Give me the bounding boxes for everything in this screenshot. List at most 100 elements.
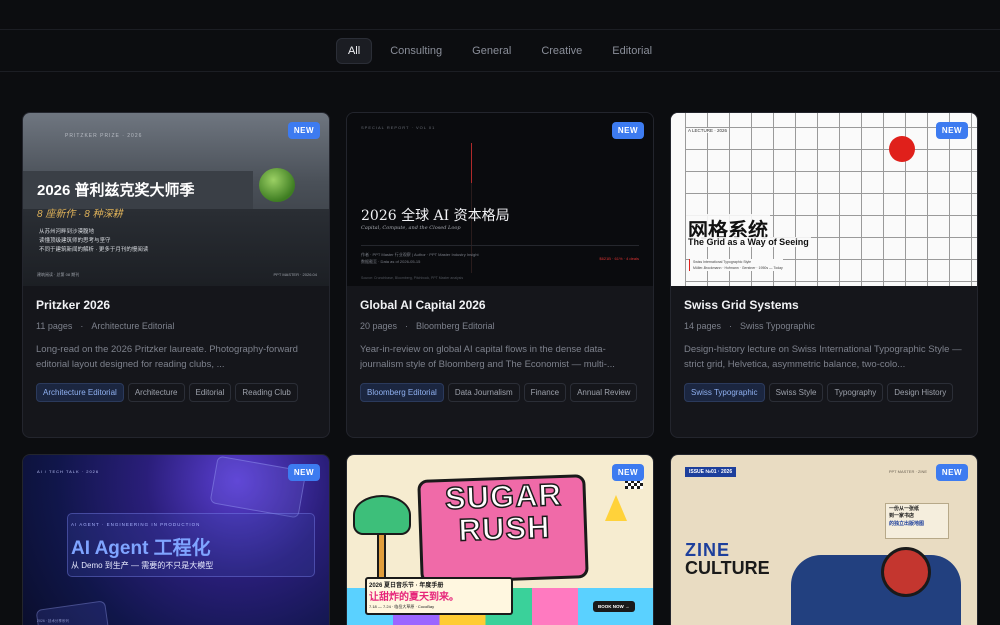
red-circle-graphic	[889, 136, 915, 162]
card-body: Swiss Grid Systems 14 pages · Swiss Typo…	[671, 286, 977, 414]
thumb-line: 让甜炸的夏天到来。	[369, 592, 459, 603]
filter-consulting[interactable]: Consulting	[378, 38, 454, 64]
thumb-heading: CULTURE	[685, 558, 770, 578]
thumb-subheading: Capital, Compute, and the Closed Loop	[361, 225, 461, 231]
tag[interactable]: Finance	[523, 383, 567, 402]
thumb-word: RUSH	[457, 509, 552, 549]
card-category: Swiss Typographic	[740, 321, 815, 331]
thumb-subheading: 8 座新作 · 8 种深耕	[37, 209, 123, 220]
thumb-footer: Source: Crunchbase, Bloomberg, Pitchbook…	[361, 276, 464, 280]
thumb-kicker: PPT MASTER · ZINE	[888, 469, 927, 474]
new-badge: NEW	[287, 122, 320, 139]
top-bar	[0, 0, 1000, 30]
thumb-kicker: SPECIAL REPORT · VOL 01	[361, 125, 436, 130]
card-body: Pritzker 2026 11 pages · Architecture Ed…	[23, 286, 329, 414]
press-roller-graphic	[881, 547, 931, 597]
green-apple-image	[259, 168, 295, 202]
thumb-meta-line: 数据截至 · Data as of 2026-05-15	[361, 259, 421, 264]
card-category: Architecture Editorial	[91, 321, 175, 331]
divider	[361, 245, 639, 246]
meta-separator: ·	[405, 321, 409, 331]
tag[interactable]: Typography	[827, 383, 884, 402]
thumb-subheading: 从 Demo 到生产 — 需要的不只是大模型	[71, 561, 214, 570]
card-thumbnail[interactable]: A LECTURE · 2026 网格系统 The Grid as a Way …	[671, 113, 977, 286]
thumb-meta-line: 作者 · PPT Master 行业观察 | Author · PPT Mast…	[361, 252, 479, 257]
thumb-heading: ZINE	[685, 540, 731, 560]
template-card-zine-culture[interactable]: ISSUE №01 · 2026 PPT MASTER · ZINE ZINE …	[670, 454, 978, 625]
thumb-kicker: AI / TECH TALK · 2026	[37, 469, 100, 474]
card-meta: 14 pages · Swiss Typographic	[684, 321, 964, 331]
thumb-caption-line: Müller-Brockmann · Hofmann · Gerstner · …	[693, 266, 783, 270]
tag[interactable]: Bloomberg Editorial	[360, 383, 444, 402]
thumb-heading: AI Agent 工程化	[71, 538, 211, 559]
tag[interactable]: Architecture Editorial	[36, 383, 124, 402]
meta-separator: ·	[80, 321, 84, 331]
card-description: Year-in-review on global AI capital flow…	[360, 344, 615, 370]
thumb-footer-right: PPT MASTER · 2026.04	[273, 272, 318, 277]
thumb-heading: 2026 全球 AI 资本格局	[361, 208, 510, 224]
new-badge: NEW	[611, 464, 644, 481]
card-meta: 20 pages · Bloomberg Editorial	[360, 321, 640, 331]
page-count: 11 pages	[36, 321, 73, 331]
card-thumbnail[interactable]: ISSUE №01 · 2026 PPT MASTER · ZINE ZINE …	[671, 455, 977, 625]
filter-editorial[interactable]: Editorial	[600, 38, 664, 64]
tag[interactable]: Architecture	[127, 383, 185, 402]
new-badge: NEW	[935, 464, 968, 481]
thumb-line: 读懂顶级建筑师的思考与坚守	[39, 238, 111, 244]
thumb-line: 不同于建筑新闻的解析 · 更多于月刊的慢阅读	[39, 247, 149, 253]
tag[interactable]: Editorial	[188, 383, 232, 402]
new-badge: NEW	[287, 464, 320, 481]
note-line: 到一家书店	[889, 513, 915, 519]
template-card-pritzker[interactable]: PRITZKER PRIZE · 2026 2026 普利兹克奖大师季 8 座新…	[22, 112, 330, 438]
thumb-footer: 2026 · 技术分享系列	[37, 619, 69, 623]
thumb-highlight: $621B · 61% · 4 deals	[599, 256, 639, 261]
page-count: 20 pages	[360, 321, 398, 331]
template-card-global-ai-capital[interactable]: SPECIAL REPORT · VOL 01 2026 全球 AI 资本格局 …	[346, 112, 654, 438]
thumb-lines: 从苏州河畔到沙漠腹地 读懂顶级建筑师的思考与坚守 不同于建筑新闻的解析 · 更多…	[39, 228, 148, 255]
thumb-line: 从苏州河畔到沙漠腹地	[39, 229, 95, 235]
thumb-footer-left: 建筑阅读 · 总第 08 期刊	[37, 272, 80, 277]
palm-leaves-graphic	[353, 495, 411, 535]
card-title[interactable]: Pritzker 2026	[36, 298, 316, 312]
card-thumbnail[interactable]: PRITZKER PRIZE · 2026 2026 普利兹克奖大师季 8 座新…	[23, 113, 329, 286]
category-filter-bar: All Consulting General Creative Editoria…	[0, 30, 1000, 72]
card-tags: Swiss Typographic Swiss Style Typography…	[684, 383, 964, 402]
thumb-caption: Swiss International Typographic Style Mü…	[689, 259, 783, 271]
thumb-cta: BOOK NOW →	[593, 601, 635, 612]
template-card-sugar-rush[interactable]: SUGAR RUSH 2026 夏日音乐节 · 年度手册 让甜炸的夏天到来。 7…	[346, 454, 654, 625]
filter-general[interactable]: General	[460, 38, 523, 64]
card-meta: 11 pages · Architecture Editorial	[36, 321, 316, 331]
thumb-subheading: The Grid as a Way of Seeing	[686, 237, 811, 247]
issue-label: ISSUE №01 · 2026	[685, 467, 737, 477]
tag[interactable]: Swiss Style	[768, 383, 824, 402]
template-card-ai-agent[interactable]: AI / TECH TALK · 2026 AI AGENT · ENGINEE…	[22, 454, 330, 625]
printing-press-graphic	[791, 555, 961, 625]
tag[interactable]: Design History	[887, 383, 954, 402]
tag[interactable]: Swiss Typographic	[684, 383, 765, 402]
thumb-heading: SUGAR RUSH	[428, 476, 580, 549]
new-badge: NEW	[611, 122, 644, 139]
template-card-swiss-grid[interactable]: A LECTURE · 2026 网格系统 The Grid as a Way …	[670, 112, 978, 438]
lightning-graphic	[605, 495, 627, 521]
tag[interactable]: Annual Review	[570, 383, 638, 402]
thumb-kicker: A LECTURE · 2026	[686, 128, 730, 133]
tag[interactable]: Data Journalism	[447, 383, 520, 402]
note-line: 一份从一张纸	[889, 506, 920, 512]
card-title[interactable]: Global AI Capital 2026	[360, 298, 640, 312]
card-title[interactable]: Swiss Grid Systems	[684, 298, 964, 312]
meta-separator: ·	[729, 321, 733, 331]
note-text: 一份从一张纸 到一家书店	[889, 506, 919, 520]
tag[interactable]: Reading Club	[235, 383, 298, 402]
note-line: 的独立出版地图	[889, 521, 925, 527]
filter-all[interactable]: All	[335, 37, 373, 64]
card-body: Global AI Capital 2026 20 pages · Bloomb…	[347, 286, 653, 414]
page-count: 14 pages	[684, 321, 722, 331]
palm-trunk-graphic	[377, 533, 386, 583]
thumb-heading: 2026 普利兹克奖大师季	[37, 182, 195, 199]
filter-creative[interactable]: Creative	[529, 38, 594, 64]
card-thumbnail[interactable]: SUGAR RUSH 2026 夏日音乐节 · 年度手册 让甜炸的夏天到来。 7…	[347, 455, 653, 625]
card-thumbnail[interactable]: AI / TECH TALK · 2026 AI AGENT · ENGINEE…	[23, 455, 329, 625]
card-description: Long-read on the 2026 Pritzker laureate.…	[36, 344, 298, 370]
card-thumbnail[interactable]: SPECIAL REPORT · VOL 01 2026 全球 AI 资本格局 …	[347, 113, 653, 286]
accent-line	[471, 143, 472, 183]
